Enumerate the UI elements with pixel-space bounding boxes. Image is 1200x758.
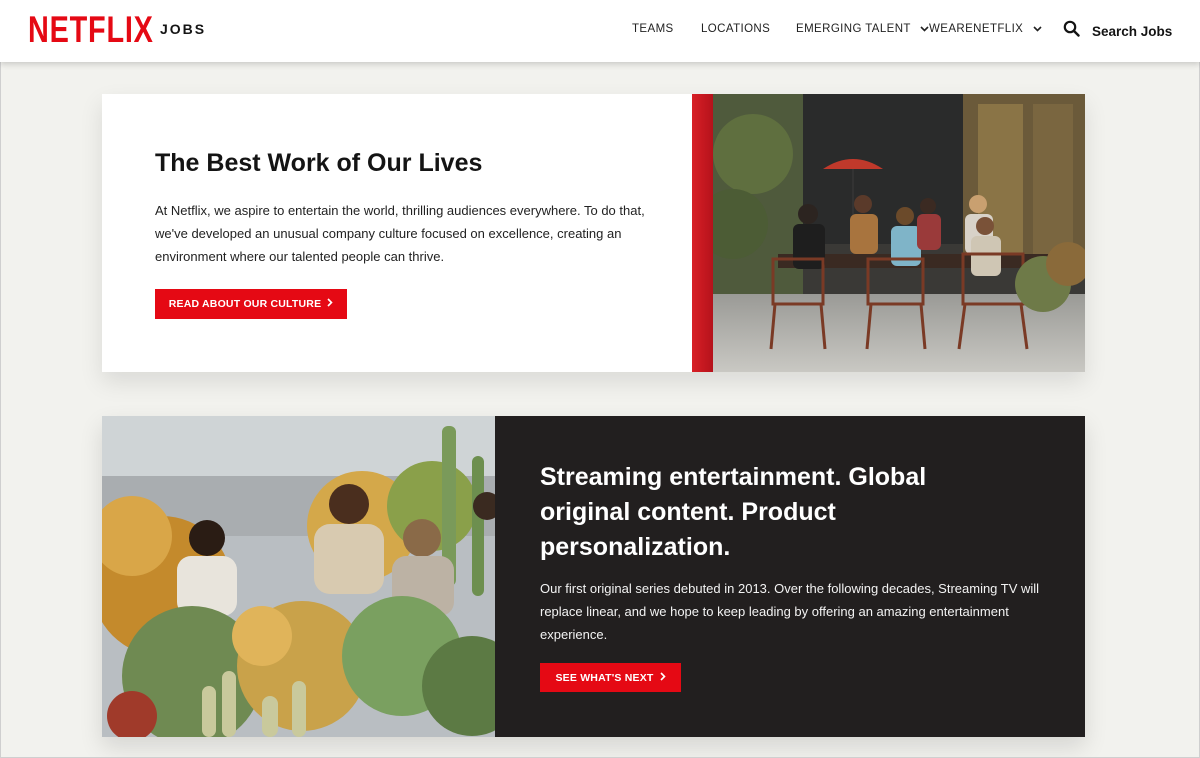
nav-emerging-talent-label: EMERGING TALENT	[796, 23, 911, 36]
culture-title: The Best Work of Our Lives	[155, 149, 483, 177]
search-jobs-label: Search Jobs	[1092, 23, 1173, 39]
streaming-title: Streaming entertainment. Global original…	[540, 463, 927, 561]
chevron-down-icon	[1033, 23, 1042, 35]
nav-wearenetflix[interactable]: WEARENETFLIX	[929, 23, 1042, 35]
chevron-down-icon	[920, 23, 929, 35]
streaming-card: Streaming entertainment. Global original…	[102, 416, 1085, 737]
nav-locations[interactable]: LOCATIONS	[701, 23, 770, 35]
rooftop-garden-photo	[102, 416, 495, 737]
netflix-logo[interactable]: NETFLIX	[28, 10, 154, 50]
see-whats-next-button-label: SEE WHAT'S NEXT	[555, 671, 654, 684]
chevron-right-icon	[659, 671, 666, 684]
nav-teams[interactable]: TEAMS	[632, 23, 674, 35]
nav-emerging-talent[interactable]: EMERGING TALENT	[796, 23, 929, 35]
nav-locations-label: LOCATIONS	[701, 23, 771, 35]
chevron-right-icon	[327, 298, 333, 310]
site-header: NETFLIX JOBS TEAMS LOCATIONS EMERGING TA…	[0, 0, 1200, 62]
search-icon	[1063, 20, 1080, 42]
read-culture-button[interactable]: READ ABOUT OUR CULTURE	[155, 289, 347, 319]
read-culture-button-label: READ ABOUT OUR CULTURE	[168, 298, 322, 310]
accent-strip	[692, 94, 713, 372]
culture-card: The Best Work of Our Lives At Netflix, w…	[102, 94, 1085, 372]
jobs-label[interactable]: JOBS	[160, 21, 206, 37]
nav-teams-label: TEAMS	[632, 23, 674, 35]
nav-wearenetflix-label: WEARENETFLIX	[929, 23, 1024, 36]
office-patio-photo	[713, 94, 1085, 372]
culture-description: At Netflix, we aspire to entertain the w…	[155, 203, 645, 264]
see-whats-next-button[interactable]: SEE WHAT'S NEXT	[540, 663, 681, 692]
streaming-description: Our first original series debuted in 201…	[540, 581, 1040, 642]
search-jobs-button[interactable]: Search Jobs	[1063, 20, 1172, 42]
